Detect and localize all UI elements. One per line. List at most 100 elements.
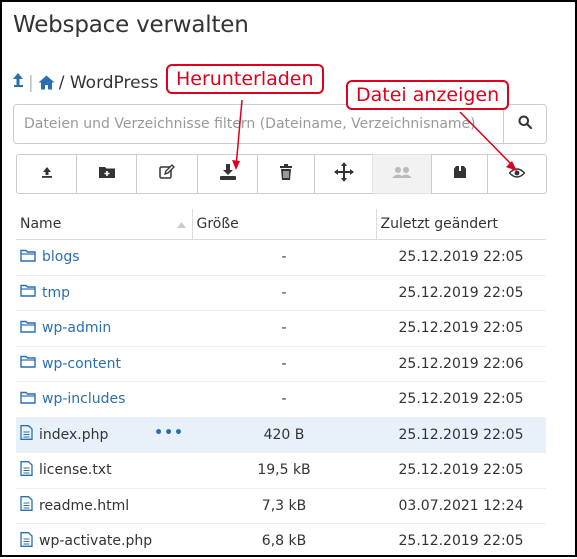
cell-size: 7,3 kB: [192, 487, 376, 524]
move-button[interactable]: [314, 154, 373, 194]
column-header-modified[interactable]: Zuletzt geändert: [376, 209, 546, 240]
folder-icon: [20, 284, 36, 301]
users-icon: [392, 165, 412, 183]
cell-size: -: [192, 345, 376, 382]
cell-name: wp-admin: [16, 310, 192, 346]
eye-icon: [508, 165, 526, 183]
file-name: license.txt: [39, 462, 112, 479]
file-icon: [20, 531, 33, 551]
folder-icon: [20, 355, 36, 372]
up-arrow-icon[interactable]: [12, 72, 24, 93]
search-button[interactable]: [503, 105, 546, 143]
breadcrumb: | / WordPress: [12, 72, 158, 93]
archive-button[interactable]: [431, 154, 488, 194]
more-options-icon[interactable]: •••: [154, 425, 184, 441]
cell-size: 6,8 kB: [192, 523, 376, 559]
folder-icon: [20, 320, 36, 337]
download-callout: Herunterladen: [166, 64, 324, 94]
trash-icon: [279, 163, 293, 185]
table-header-row: Name Größe Zuletzt geändert: [16, 209, 546, 240]
cell-size: 420 B: [192, 416, 376, 453]
breadcrumb-path[interactable]: / WordPress: [59, 73, 159, 93]
file-list: blogs -25.12.2019 22:05 tmp -25.12.2019 22:…: [16, 239, 546, 559]
archive-icon: [453, 165, 467, 184]
file-link[interactable]: wp-includes: [20, 391, 125, 408]
search-icon: [518, 115, 533, 134]
sort-asc-icon: [176, 216, 186, 232]
table-row[interactable]: index.php ••• 420 B 25.12.2019 22:05: [16, 416, 546, 453]
cell-size: -: [192, 274, 376, 311]
file-name: blogs: [42, 249, 80, 266]
file-name: wp-content: [42, 355, 121, 372]
file-link[interactable]: index.php: [20, 425, 108, 444]
cell-name: license.txt: [16, 452, 192, 488]
share-button[interactable]: [372, 154, 432, 194]
table-row[interactable]: wp-includes -25.12.2019 22:05: [16, 381, 546, 417]
table-row[interactable]: wp-content -25.12.2019 22:06: [16, 345, 546, 382]
column-header-size[interactable]: Größe: [192, 209, 377, 240]
table-row[interactable]: tmp -25.12.2019 22:05: [16, 274, 546, 311]
table-row[interactable]: license.txt 19,5 kB 25.12.2019 22:05: [16, 452, 546, 488]
home-icon[interactable]: [38, 75, 55, 90]
file-name: readme.html: [39, 497, 130, 514]
search-input[interactable]: [14, 105, 503, 143]
breadcrumb-separator: |: [28, 72, 34, 93]
edit-icon: [159, 163, 175, 185]
file-icon: [20, 496, 33, 515]
cell-modified: 25.12.2019 22:05: [376, 523, 546, 559]
file-link[interactable]: tmp: [20, 284, 70, 301]
upload-button[interactable]: [16, 154, 77, 194]
view-button[interactable]: [487, 154, 547, 194]
cell-size: -: [192, 310, 376, 346]
view-callout: Datei anzeigen: [346, 80, 510, 110]
file-link[interactable]: blogs: [20, 249, 80, 266]
file-name: tmp: [42, 284, 71, 301]
cell-modified: 25.12.2019 22:05: [376, 381, 546, 417]
page-title: Webspace verwalten: [13, 12, 249, 38]
file-icon: [20, 425, 33, 444]
table-row[interactable]: readme.html 7,3 kB 03.07.2021 12:24: [16, 487, 546, 524]
cell-size: 19,5 kB: [192, 452, 376, 488]
download-button[interactable]: [197, 154, 258, 194]
table-row[interactable]: blogs -25.12.2019 22:05: [16, 239, 546, 275]
file-link[interactable]: license.txt: [20, 460, 112, 480]
new-folder-button[interactable]: [76, 154, 137, 194]
cell-modified: 25.12.2019 22:06: [376, 345, 546, 382]
cell-size: -: [192, 381, 376, 417]
folder-icon: [20, 249, 36, 266]
download-icon: [219, 163, 237, 185]
table-row[interactable]: wp-admin -25.12.2019 22:05: [16, 310, 546, 346]
cell-name: wp-includes: [16, 381, 192, 417]
cell-modified: 25.12.2019 22:05: [376, 416, 546, 453]
cell-name: index.php •••: [16, 416, 192, 453]
move-icon: [333, 161, 355, 188]
cell-name: tmp: [16, 274, 192, 311]
column-header-name[interactable]: Name: [16, 209, 193, 240]
cell-modified: 25.12.2019 22:05: [376, 274, 546, 311]
cell-name: wp-content: [16, 345, 192, 382]
file-toolbar: [16, 154, 547, 194]
cell-modified: 25.12.2019 22:05: [376, 239, 546, 275]
cell-size: -: [192, 239, 376, 275]
search-bar: [13, 104, 547, 144]
folder-icon: [20, 391, 36, 408]
file-name: wp-includes: [42, 391, 126, 408]
file-icon: [20, 460, 33, 480]
cell-name: blogs: [16, 239, 192, 275]
new-folder-icon: [98, 165, 115, 183]
cell-modified: 25.12.2019 22:05: [376, 310, 546, 346]
table-row[interactable]: wp-activate.php 6,8 kB 25.12.2019 22:05: [16, 523, 546, 559]
delete-button[interactable]: [257, 154, 315, 194]
cell-modified: 03.07.2021 12:24: [376, 487, 546, 524]
file-name: index.php: [39, 426, 109, 443]
file-link[interactable]: wp-admin: [20, 320, 111, 337]
cell-name: wp-activate.php: [16, 523, 192, 559]
file-table: Name Größe Zuletzt geändert blogs -25.12.…: [16, 209, 546, 559]
file-link[interactable]: wp-content: [20, 355, 121, 372]
upload-icon: [41, 165, 53, 183]
cell-name: readme.html: [16, 487, 192, 524]
cell-modified: 25.12.2019 22:05: [376, 452, 546, 488]
file-link[interactable]: readme.html: [20, 496, 129, 515]
edit-button[interactable]: [136, 154, 198, 194]
file-link[interactable]: wp-activate.php: [20, 531, 152, 551]
